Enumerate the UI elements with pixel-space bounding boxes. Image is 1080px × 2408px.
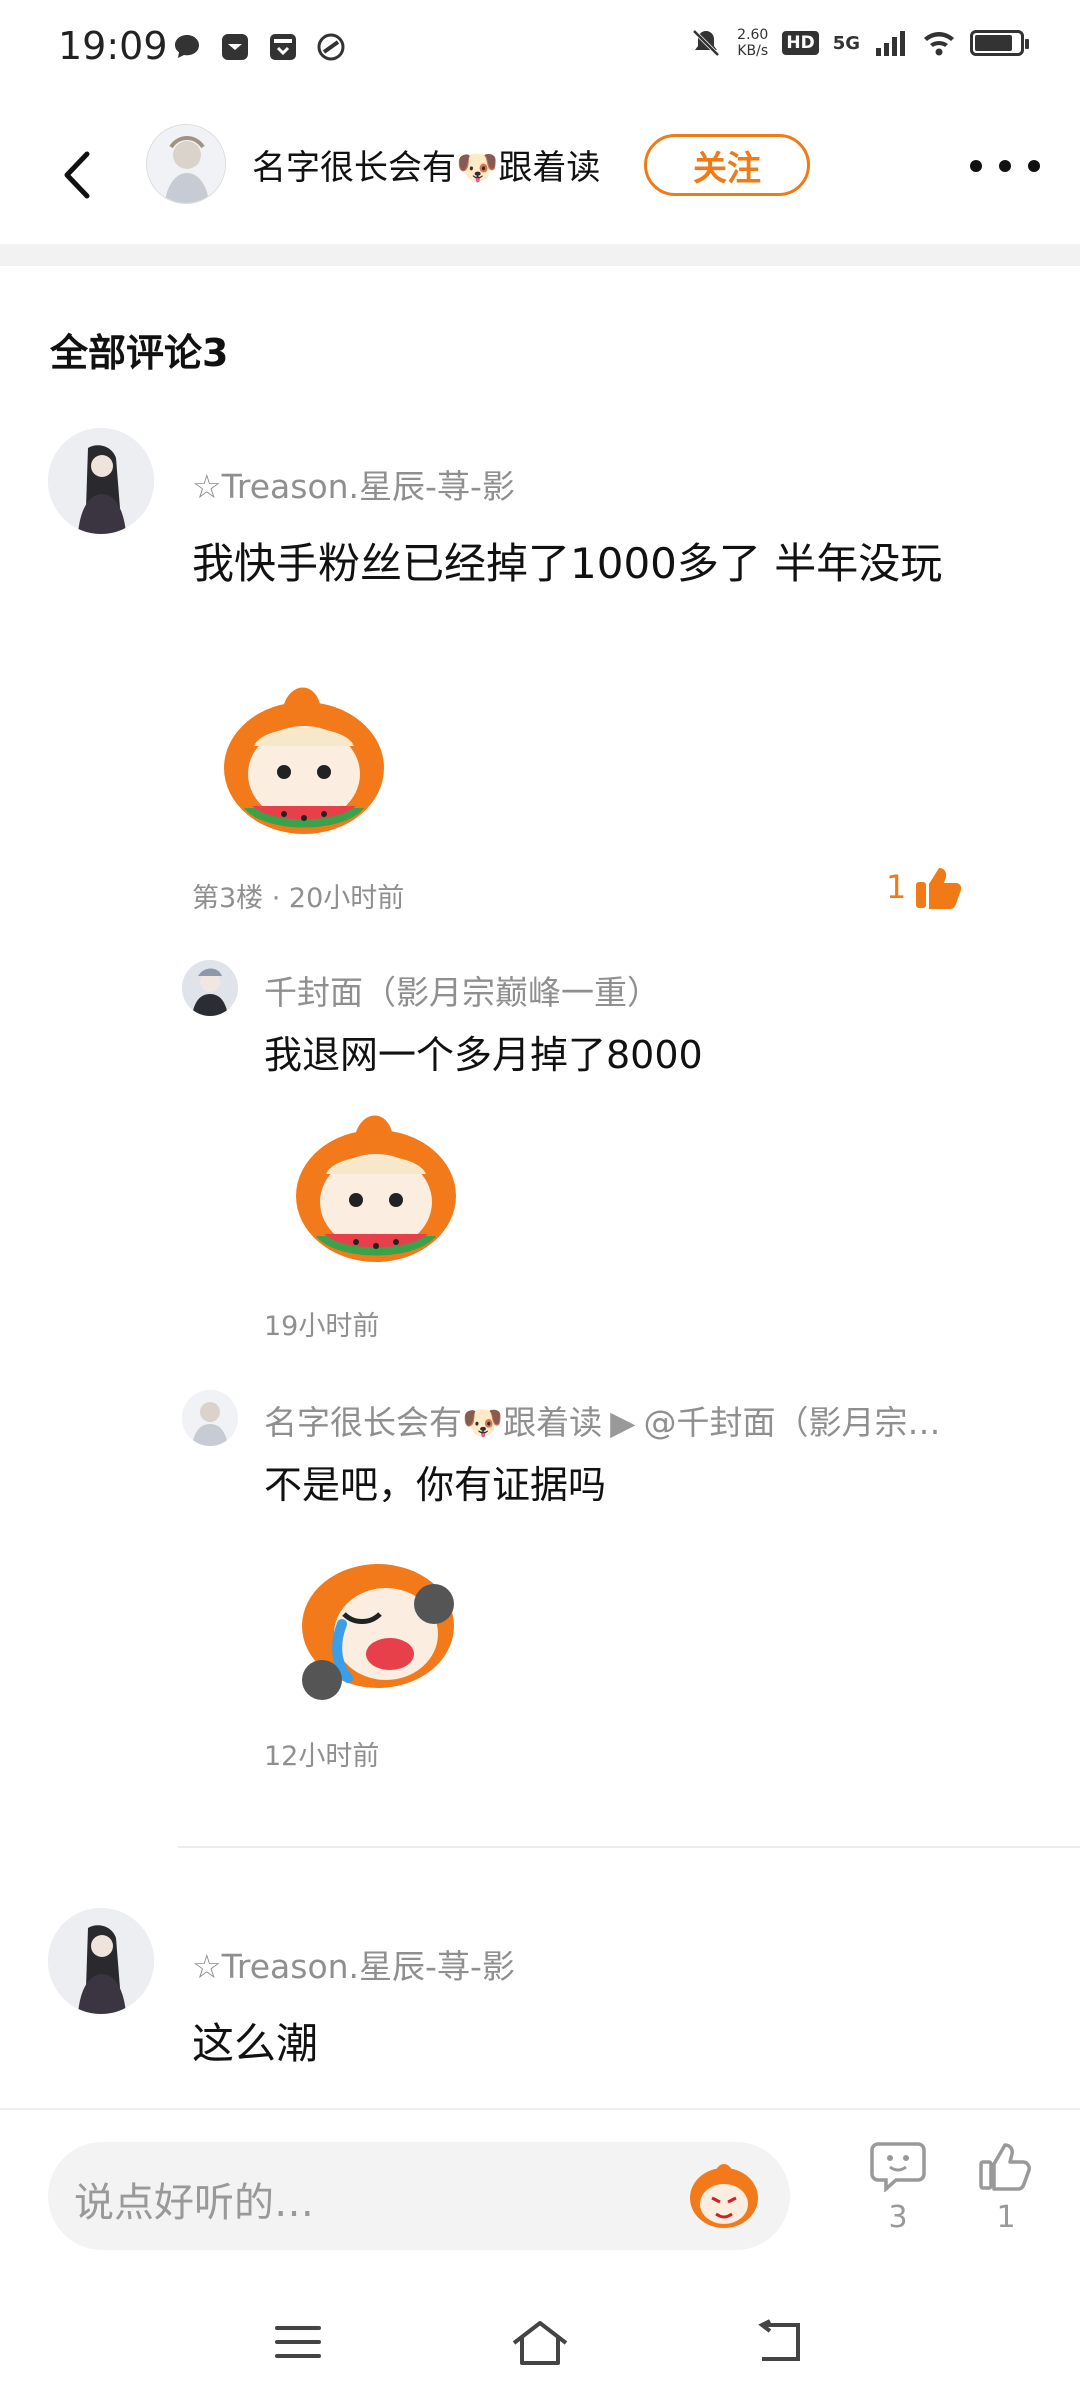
back-button[interactable] bbox=[46, 140, 106, 210]
app-notification-icon bbox=[222, 34, 248, 60]
comments-button[interactable]: 3 bbox=[858, 2140, 938, 2235]
battery-level bbox=[975, 35, 1013, 51]
system-status: 2.60 KB/s HD 5G bbox=[689, 26, 1029, 60]
commenter-name[interactable]: ☆Treason.星辰-荨-影 bbox=[192, 1940, 515, 1988]
battery-icon bbox=[970, 30, 1029, 56]
more-options-button[interactable] bbox=[970, 146, 1040, 186]
home-nav-button[interactable] bbox=[500, 2312, 580, 2372]
link-icon bbox=[317, 33, 345, 61]
comment-divider bbox=[178, 1846, 1080, 1848]
status-time: 19:09 bbox=[58, 24, 168, 68]
comment-bubble-icon bbox=[870, 2142, 926, 2193]
comment-text: 我快手粉丝已经掉了1000多了 半年没玩 bbox=[192, 539, 943, 588]
reply-time: 19小时前 bbox=[264, 1311, 380, 1342]
like-count: 1 bbox=[886, 868, 907, 906]
dot-icon bbox=[970, 160, 982, 172]
menu-icon bbox=[275, 2326, 321, 2358]
comment-like-button[interactable]: 1 bbox=[886, 864, 962, 910]
comment-input[interactable]: 说点好听的… bbox=[48, 2142, 790, 2250]
comment-count: 3 bbox=[888, 2200, 908, 2235]
home-icon bbox=[512, 2321, 568, 2365]
reply-target[interactable]: @千封面（影月宗… bbox=[643, 1403, 940, 1442]
watermelon-sticker-icon bbox=[224, 687, 384, 834]
thumbs-up-icon bbox=[979, 2143, 1031, 2191]
emoji-sticker-icon[interactable] bbox=[686, 2158, 762, 2234]
replier-name[interactable]: 名字很长会有🐶跟着读 bbox=[264, 1403, 602, 1442]
comment-input-placeholder: 说点好听的… bbox=[74, 2180, 314, 2226]
commenter-avatar[interactable] bbox=[48, 428, 154, 534]
follow-button[interactable]: 关注 bbox=[644, 134, 810, 196]
comments-section-title: 全部评论3 bbox=[50, 331, 229, 375]
comment-input-bar: 说点好听的… 3 1 bbox=[0, 2108, 1080, 2258]
back-arrow-icon bbox=[64, 151, 90, 199]
system-nav-bar bbox=[0, 2268, 1080, 2408]
hd-badge: HD bbox=[782, 31, 819, 55]
avatar-image bbox=[147, 125, 225, 203]
dot-icon bbox=[999, 160, 1011, 172]
notification-icons bbox=[170, 30, 348, 64]
comment-text: 这么潮 bbox=[192, 2019, 319, 2068]
status-bar: 19:09 2.60 KB/s HD 5G bbox=[0, 0, 1080, 100]
message-icon bbox=[175, 35, 199, 58]
watermelon-sticker-icon bbox=[296, 1115, 456, 1262]
reply-arrow-icon: ▶ bbox=[610, 1403, 636, 1442]
reply-header: 名字很长会有🐶跟着读 ▶ @千封面（影月宗… bbox=[264, 1396, 940, 1444]
like-button[interactable]: 1 bbox=[966, 2140, 1046, 2235]
author-name[interactable]: 名字很长会有🐶跟着读 bbox=[252, 140, 600, 189]
reply-text: 不是吧，你有证据吗 bbox=[264, 1463, 607, 1507]
mute-bell-icon bbox=[692, 29, 720, 57]
network-type: 5G bbox=[832, 32, 860, 54]
replier-name[interactable]: 千封面（影月宗巅峰一重） bbox=[264, 966, 660, 1014]
header-divider bbox=[0, 244, 1080, 266]
network-speed-unit: KB/s bbox=[737, 43, 769, 59]
replier-avatar[interactable] bbox=[182, 960, 238, 1016]
author-avatar[interactable] bbox=[146, 124, 226, 204]
inbox-icon bbox=[270, 34, 296, 60]
wifi-icon bbox=[924, 32, 954, 56]
crying-sticker-icon bbox=[302, 1564, 454, 1700]
thumbs-up-filled-icon bbox=[916, 868, 962, 909]
network-speed-value: 2.60 bbox=[737, 27, 769, 43]
back-nav-button[interactable] bbox=[740, 2312, 820, 2372]
avatar-image bbox=[48, 1908, 154, 2014]
network-speed: 2.60 KB/s bbox=[737, 27, 768, 59]
signal-icon bbox=[876, 31, 905, 56]
menu-nav-button[interactable] bbox=[258, 2312, 338, 2372]
header: 名字很长会有🐶跟着读 关注 bbox=[0, 110, 1080, 240]
avatar-image bbox=[182, 960, 238, 1016]
dot-icon bbox=[1028, 160, 1040, 172]
avatar-image bbox=[48, 428, 154, 534]
reply-text: 我退网一个多月掉了8000 bbox=[264, 1033, 703, 1077]
commenter-avatar[interactable] bbox=[48, 1908, 154, 2014]
comment-meta: 第3楼 · 20小时前 bbox=[192, 883, 405, 914]
return-icon bbox=[758, 2319, 800, 2361]
avatar-image bbox=[182, 1390, 238, 1446]
replier-avatar[interactable] bbox=[182, 1390, 238, 1446]
reply-time: 12小时前 bbox=[264, 1741, 380, 1772]
commenter-name[interactable]: ☆Treason.星辰-荨-影 bbox=[192, 460, 515, 508]
like-count: 1 bbox=[996, 2200, 1016, 2235]
